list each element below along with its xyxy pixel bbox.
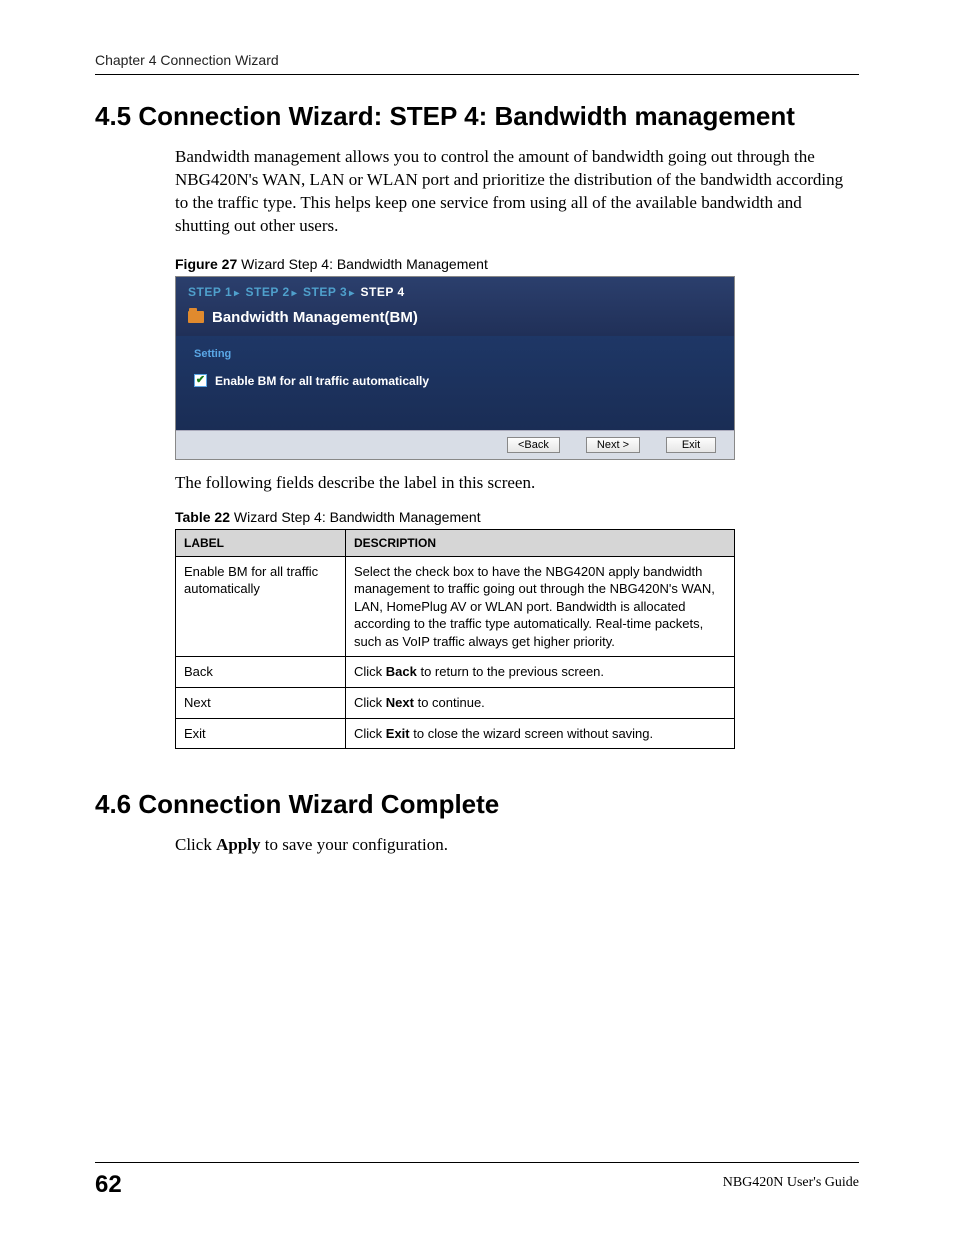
running-header: Chapter 4 Connection Wizard [95,52,859,74]
back-button[interactable]: <Back [507,437,560,453]
row-desc: Click Back to return to the previous scr… [346,657,735,688]
row-desc: Click Exit to close the wizard screen wi… [346,718,735,749]
guide-title: NBG420N User's Guide [723,1175,859,1191]
table-row: Exit Click Exit to close the wizard scre… [176,718,735,749]
wizard-title-text: Bandwidth Management(BM) [212,309,418,326]
setting-label: Setting [194,348,716,360]
chevron-right-icon: ▸ [232,288,242,299]
step-4-current: STEP 4 [361,285,405,299]
table-header-row: LABEL DESCRIPTION [176,529,735,556]
table-row: Enable BM for all traffic automatically … [176,556,735,657]
enable-bm-row: ✔ Enable BM for all traffic automaticall… [194,374,716,388]
figure-title: Wizard Step 4: Bandwidth Management [237,256,488,272]
row-desc: Select the check box to have the NBG420N… [346,556,735,657]
section-4-6-heading: 4.6 Connection Wizard Complete [95,789,859,820]
wizard-breadcrumb: STEP 1▸ STEP 2▸ STEP 3▸ STEP 4 [188,285,722,299]
row-label: Exit [176,718,346,749]
col-label: LABEL [176,529,346,556]
table-row: Back Click Back to return to the previou… [176,657,735,688]
col-description: DESCRIPTION [346,529,735,556]
wizard-body: Setting ✔ Enable BM for all traffic auto… [176,336,734,430]
section-4-5-body: Bandwidth management allows you to contr… [175,146,855,238]
step-3: STEP 3 [303,285,347,299]
chevron-right-icon: ▸ [290,288,300,299]
table-row: Next Click Next to continue. [176,687,735,718]
row-desc: Click Next to continue. [346,687,735,718]
folder-icon [188,311,204,323]
wizard-screenshot: STEP 1▸ STEP 2▸ STEP 3▸ STEP 4 Bandwidth… [175,276,735,460]
enable-bm-label: Enable BM for all traffic automatically [215,374,429,388]
exit-button[interactable]: Exit [666,437,716,453]
next-button[interactable]: Next > [586,437,640,453]
section-4-5-heading: 4.5 Connection Wizard: STEP 4: Bandwidth… [95,101,859,132]
table-number: Table 22 [175,509,230,525]
chevron-right-icon: ▸ [347,288,357,299]
wizard-header: STEP 1▸ STEP 2▸ STEP 3▸ STEP 4 Bandwidth… [176,277,734,336]
step-1: STEP 1 [188,285,232,299]
figure-number: Figure 27 [175,256,237,272]
document-page: Chapter 4 Connection Wizard 4.5 Connecti… [0,0,954,1235]
figure-caption: Figure 27 Wizard Step 4: Bandwidth Manag… [175,256,855,272]
table-title: Wizard Step 4: Bandwidth Management [230,509,481,525]
footer-rule [95,1162,859,1163]
table-caption: Table 22 Wizard Step 4: Bandwidth Manage… [175,509,855,525]
table-intro: The following fields describe the label … [175,472,855,495]
header-rule [95,74,859,75]
wizard-title: Bandwidth Management(BM) [188,309,722,326]
section-4-6-body: Click Apply to save your configuration. [175,834,855,857]
step-2: STEP 2 [246,285,290,299]
enable-bm-checkbox[interactable]: ✔ [194,374,207,387]
wizard-footer: <Back Next > Exit [176,430,734,459]
row-label: Next [176,687,346,718]
row-label: Back [176,657,346,688]
description-table: LABEL DESCRIPTION Enable BM for all traf… [175,529,735,749]
row-label: Enable BM for all traffic automatically [176,556,346,657]
page-number: 62 [95,1171,122,1199]
